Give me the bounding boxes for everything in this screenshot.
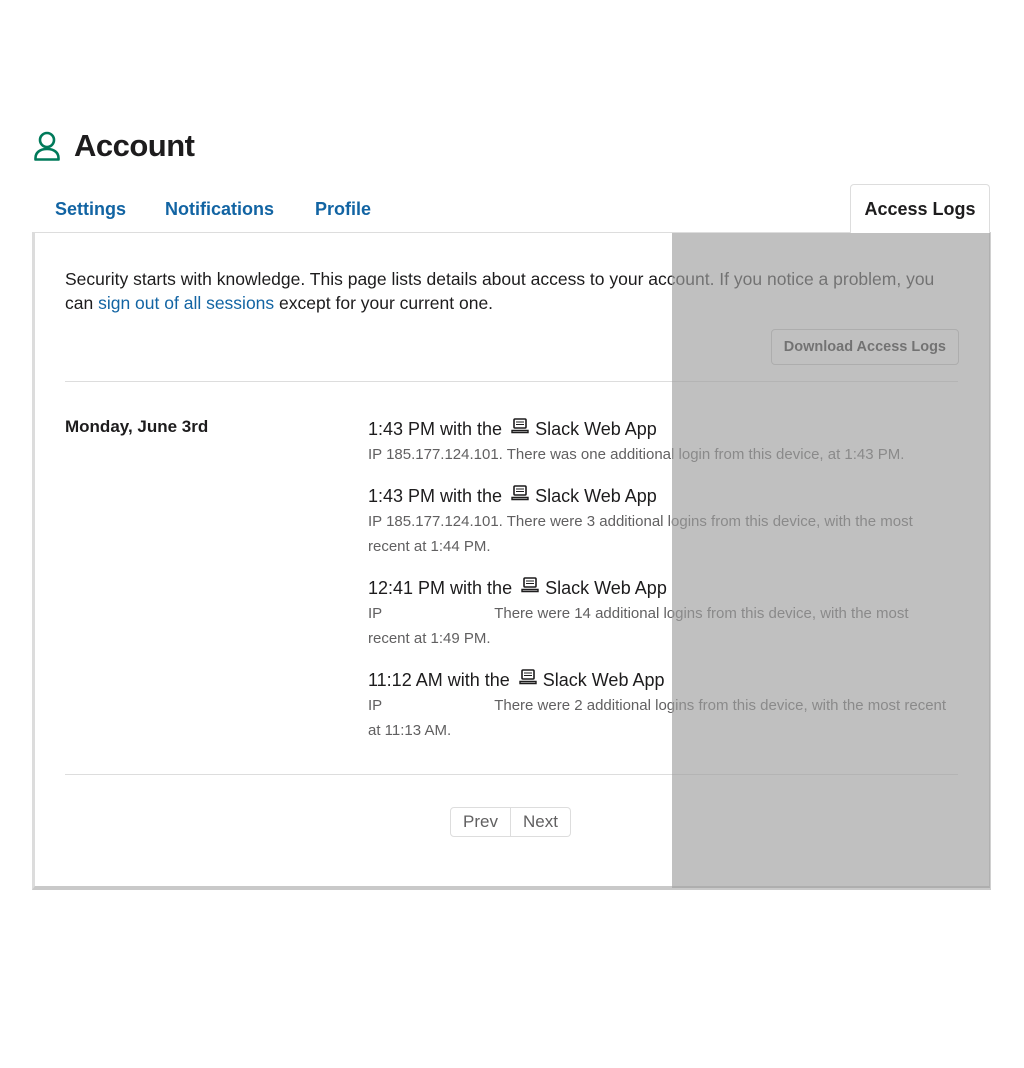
prev-button[interactable]: Prev <box>450 807 511 837</box>
intro-text-after: except for your current one. <box>279 293 494 313</box>
log-entry: 1:43 PM with the Slack Web App IP 185.17… <box>368 484 948 559</box>
laptop-icon <box>511 485 529 501</box>
log-entry-time: 1:43 PM with the <box>368 486 503 506</box>
log-entry-title: 1:43 PM with the Slack Web App <box>368 484 948 508</box>
log-entry: 1:43 PM with the Slack Web App IP 185.17… <box>368 417 948 467</box>
log-date: Monday, June 3rd <box>65 417 209 436</box>
log-entry: 12:41 PM with the Slack Web App IP There … <box>368 576 948 651</box>
log-entry-title: 12:41 PM with the Slack Web App <box>368 576 948 600</box>
log-entry-title: 1:43 PM with the Slack Web App <box>368 417 948 441</box>
divider <box>65 381 958 382</box>
sign-out-all-sessions-link[interactable]: sign out of all sessions <box>98 293 274 313</box>
log-entry-detail: IP 185.177.124.101. There were 3 additio… <box>368 513 913 555</box>
log-entry-time: 11:12 AM with the <box>368 670 510 690</box>
log-entry-app: Slack Web App <box>542 670 665 690</box>
download-access-logs-button[interactable]: Download Access Logs <box>770 329 959 365</box>
intro-text: Security starts with knowledge. This pag… <box>65 267 955 315</box>
page-header: Account <box>32 128 195 164</box>
log-entry-time: 12:41 PM with the <box>368 578 513 598</box>
log-entry-detail: IP 185.177.124.101. There was one additi… <box>368 446 905 463</box>
tab-notifications[interactable]: Notifications <box>165 199 274 220</box>
log-entry-app: Slack Web App <box>545 578 667 598</box>
next-button[interactable]: Next <box>510 807 571 837</box>
log-entry-detail-text: There were 14 additional logins from thi… <box>368 605 909 647</box>
log-entry-detail: IP There were 2 additional logins from th… <box>368 693 948 743</box>
laptop-icon <box>521 577 539 593</box>
log-entry-detail: IP There were 14 additional logins from t… <box>368 601 948 651</box>
laptop-icon <box>519 669 537 685</box>
access-logs-panel: Security starts with knowledge. This pag… <box>32 232 991 890</box>
tab-profile[interactable]: Profile <box>315 199 371 220</box>
tab-access-logs[interactable]: Access Logs <box>850 184 990 233</box>
pagination: Prev Next <box>450 807 571 837</box>
log-entry: 11:12 AM with the Slack Web App IP There … <box>368 668 948 743</box>
tab-settings[interactable]: Settings <box>55 199 126 220</box>
ip-prefix: IP <box>368 697 383 714</box>
divider <box>65 774 958 775</box>
log-entry-detail-text: There were 2 additional logins from this… <box>368 697 947 739</box>
ip-prefix: IP <box>368 605 383 622</box>
log-entry-title: 11:12 AM with the Slack Web App <box>368 668 948 692</box>
page-title: Account <box>74 128 195 163</box>
laptop-icon <box>511 418 529 434</box>
log-entry-time: 1:43 PM with the <box>368 419 503 439</box>
user-icon <box>32 129 62 163</box>
log-entry-app: Slack Web App <box>535 486 657 506</box>
log-entry-app: Slack Web App <box>535 419 657 439</box>
